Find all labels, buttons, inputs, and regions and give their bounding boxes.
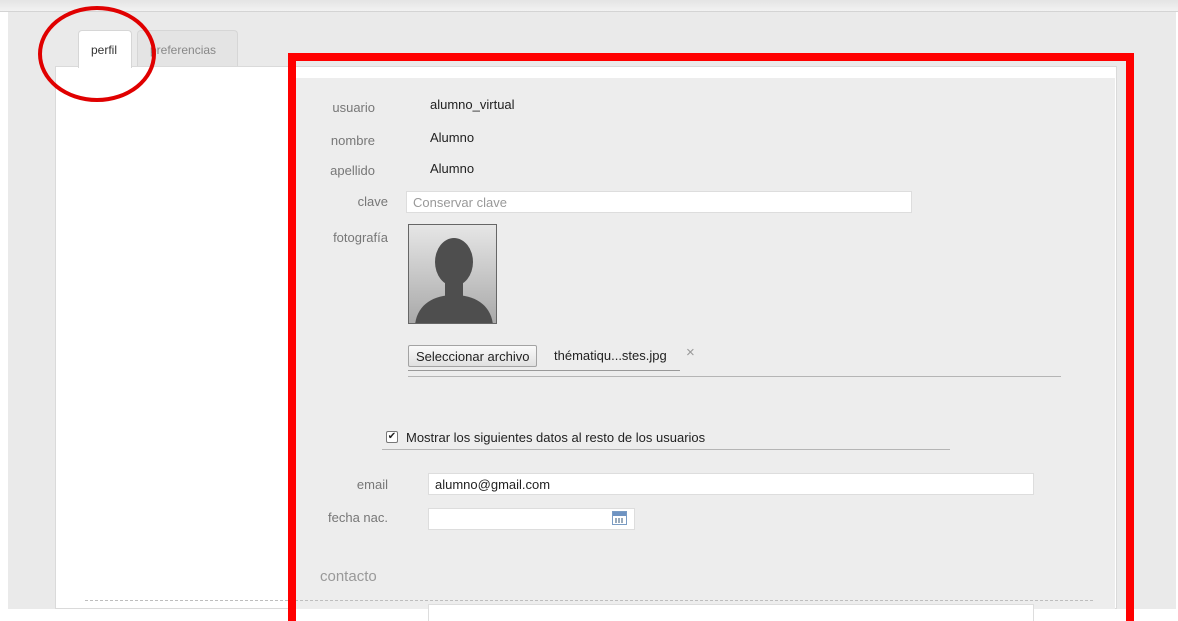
tab-perfil[interactable]: perfil (78, 30, 132, 68)
nombre-value: Alumno (430, 130, 475, 145)
email-field[interactable] (428, 473, 1034, 495)
nombre-label: nombre (330, 133, 375, 148)
email-label: email (356, 477, 388, 492)
tab-preferencias[interactable]: preferencias (137, 30, 238, 66)
avatar (408, 224, 497, 324)
user-silhouette-icon (415, 238, 493, 323)
share-data-label: Mostrar los siguientes datos al resto de… (406, 430, 706, 445)
file-underline (408, 370, 680, 371)
password-field[interactable] (406, 191, 912, 213)
contact-field[interactable] (428, 604, 1034, 621)
share-data-checkbox[interactable]: ✔ (386, 431, 398, 443)
birthdate-field[interactable] (428, 508, 635, 530)
share-divider (382, 449, 950, 450)
clave-label: clave (357, 194, 388, 209)
apellido-value: Alumno (430, 161, 475, 176)
apellido-label: apellido (330, 163, 375, 178)
birthdate-label: fecha nac. (328, 510, 388, 525)
section-divider (85, 600, 1093, 601)
selected-filename: thématiqu...stes.jpg (554, 348, 667, 363)
usuario-value: alumno_virtual (430, 97, 515, 112)
contacto-section-title: contacto (320, 568, 377, 585)
select-file-button[interactable]: Seleccionar archivo (408, 345, 538, 367)
top-bar (0, 0, 1178, 12)
profile-form-area (292, 78, 1115, 609)
fotografia-label: fotografía (333, 230, 388, 245)
clear-file-icon[interactable]: × (686, 344, 695, 361)
usuario-label: usuario (332, 100, 375, 115)
calendar-icon[interactable] (612, 511, 627, 525)
photo-divider (408, 376, 1061, 377)
